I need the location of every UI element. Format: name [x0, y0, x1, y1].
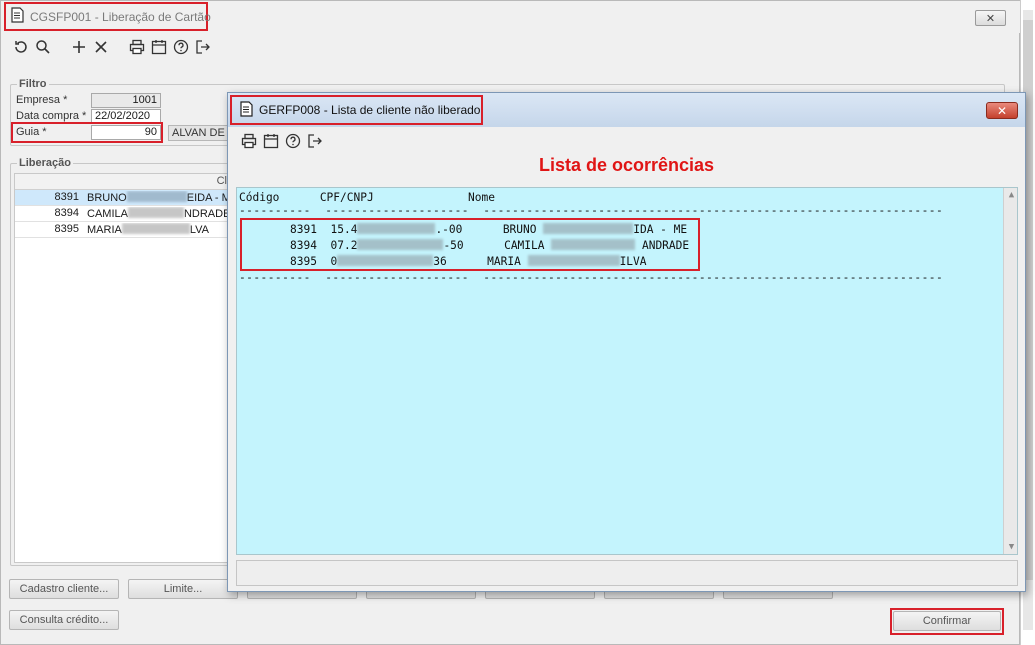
exit-icon[interactable] — [304, 131, 326, 151]
liberacao-label: Liberação — [17, 157, 73, 169]
dialog-close-button[interactable]: ✕ — [986, 102, 1018, 119]
main-title-bar: CGSFP001 - Liberação de Cartão ✕ — [1, 1, 1021, 33]
close-icon: ✕ — [996, 103, 1008, 118]
table-row[interactable]: 8394 CAMILA NDRADE — [15, 206, 231, 222]
help-icon[interactable] — [282, 131, 304, 151]
print-icon[interactable] — [238, 131, 260, 151]
main-title-highlight: CGSFP001 - Liberação de Cartão — [4, 2, 211, 31]
main-toolbar — [10, 37, 214, 57]
exit-icon[interactable] — [192, 37, 214, 57]
grid-header: Cl — [15, 174, 231, 190]
dialog-title-bar: GERFP008 - Lista de cliente não liberado… — [228, 93, 1025, 127]
occurrence-report[interactable]: Código CPF/CNPJ Nome ---------- --------… — [236, 187, 1018, 555]
table-row[interactable]: 8395 MARIA LVA — [15, 222, 231, 238]
add-icon[interactable] — [68, 37, 90, 57]
row-name: MARIA LVA — [87, 223, 210, 236]
report-scrollbar[interactable]: ▲ ▼ — [1003, 188, 1017, 554]
close-icon: ✕ — [985, 12, 996, 25]
row-code: 8391 — [54, 191, 79, 203]
column-header: Cl — [216, 175, 227, 187]
main-window-title: CGSFP001 - Liberação de Cartão — [30, 9, 211, 24]
dialog-toolbar — [238, 131, 326, 151]
help-icon[interactable] — [170, 37, 192, 57]
dialog-heading: Lista de ocorrências — [538, 155, 715, 175]
delete-icon[interactable] — [90, 37, 112, 57]
row-code: 8394 — [54, 207, 79, 219]
row-name: CAMILA NDRADE — [87, 207, 231, 220]
data-compra-label: Data compra * — [16, 110, 87, 122]
limite-button[interactable]: Limite... — [128, 579, 238, 599]
filtro-label: Filtro — [17, 78, 49, 90]
records-highlight — [240, 218, 700, 271]
guia-highlight — [11, 122, 163, 143]
dialog-title: GERFP008 - Lista de cliente não liberado — [259, 103, 481, 117]
confirmar-highlight — [890, 608, 1004, 635]
dialog-status-bar — [236, 560, 1018, 586]
row-code: 8395 — [54, 223, 79, 235]
report-separator-bottom: ---------- -------------------- --------… — [239, 271, 944, 284]
consulta-credito-button[interactable]: Consulta crédito... — [9, 610, 119, 630]
empresa-field[interactable]: 1001 — [91, 93, 161, 108]
refresh-icon[interactable] — [10, 37, 32, 57]
row-name: BRUNO EIDA - M — [87, 191, 231, 204]
report-header: Código CPF/CNPJ Nome — [239, 191, 495, 204]
document-icon — [11, 7, 24, 26]
print-icon[interactable] — [126, 37, 148, 57]
guia-description: ALVAN DE — [168, 125, 233, 141]
main-close-button[interactable]: ✕ — [975, 10, 1006, 26]
cadastro-cliente-button[interactable]: Cadastro cliente... — [9, 579, 119, 599]
calendar-icon[interactable] — [148, 37, 170, 57]
report-separator-top: ---------- -------------------- --------… — [239, 204, 944, 217]
liberacao-grid: Cl 8391 BRUNO EIDA - M 8394 CAMILA NDRADE … — [14, 173, 231, 563]
scroll-up-icon[interactable]: ▲ — [1004, 188, 1017, 202]
search-icon[interactable] — [32, 37, 54, 57]
scroll-down-icon[interactable]: ▼ — [1004, 540, 1017, 554]
table-row[interactable]: 8391 BRUNO EIDA - M — [15, 190, 231, 206]
empresa-label: Empresa * — [16, 94, 68, 106]
client-list-dialog: GERFP008 - Lista de cliente não liberado… — [227, 92, 1026, 592]
document-icon — [240, 100, 253, 120]
calendar-icon[interactable] — [260, 131, 282, 151]
dialog-title-highlight: GERFP008 - Lista de cliente não liberado — [230, 95, 483, 125]
